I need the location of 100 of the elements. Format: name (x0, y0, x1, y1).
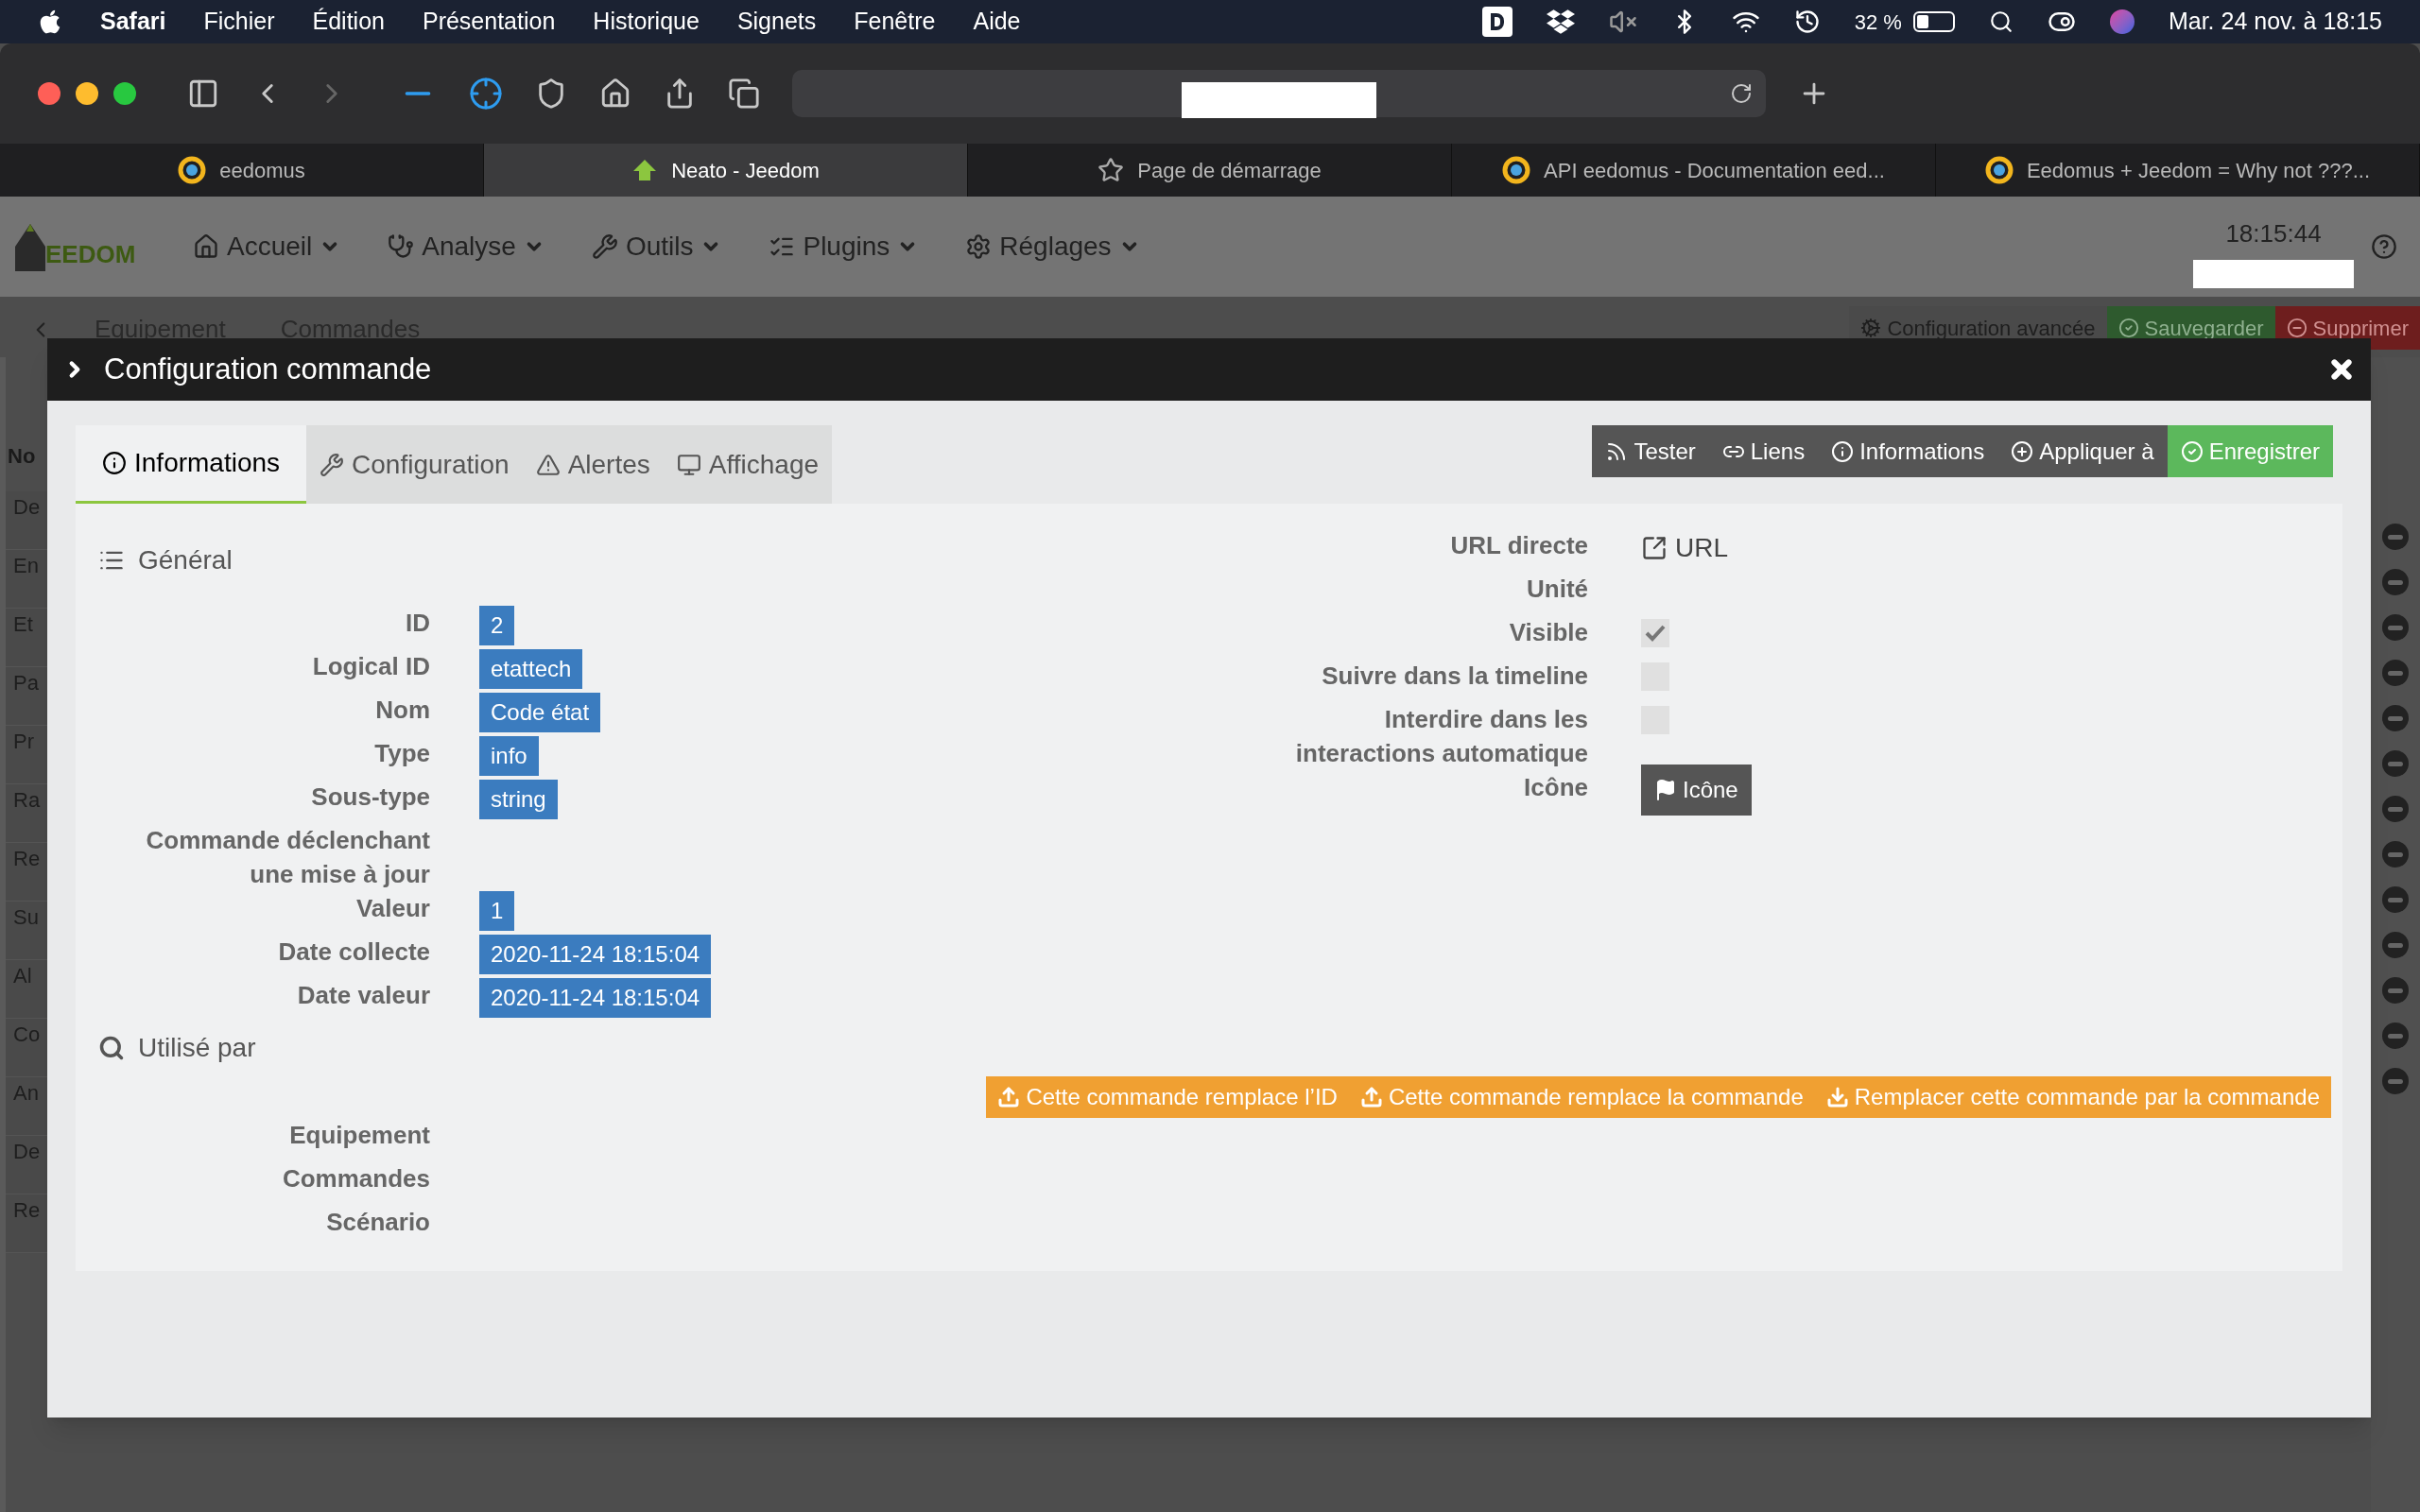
field-value: string (479, 780, 558, 819)
crosshair-icon[interactable] (469, 77, 503, 111)
option-label: Visible (1508, 617, 1588, 648)
zoom-window-button[interactable] (113, 82, 136, 105)
app-menu[interactable]: Safari (100, 4, 166, 40)
reload-icon[interactable] (1730, 82, 1753, 105)
minimize-window-button[interactable] (76, 82, 98, 105)
menu-item[interactable]: Signets (736, 4, 817, 40)
search-icon (98, 1035, 125, 1061)
option-label: Interdire dans les interactions automatique (1294, 704, 1588, 769)
apple-icon[interactable] (38, 9, 62, 35)
upload-icon (1359, 1086, 1383, 1108)
remove-icon[interactable] (2382, 750, 2409, 777)
warning-icon (535, 452, 561, 477)
option-label: Unité (1526, 574, 1588, 605)
action-button[interactable]: Appliquer à (1997, 425, 2168, 477)
field-value: 1 (479, 891, 515, 931)
remove-icon[interactable] (2382, 1068, 2409, 1094)
remove-icon[interactable] (2382, 977, 2409, 1004)
battery-icon[interactable] (1912, 11, 1955, 32)
monitor-icon (676, 452, 701, 477)
ring-favicon-icon (1502, 156, 1531, 184)
minus-circle-icon (2286, 318, 2308, 338)
menu-item[interactable]: Édition (312, 4, 385, 40)
option-label: Suivre dans la timeline (1321, 661, 1588, 692)
wrench-icon (320, 452, 345, 477)
menu-item[interactable]: Fichier (203, 4, 275, 40)
ring-favicon-icon (1984, 156, 2014, 184)
wrench-icon (591, 233, 618, 260)
upload-icon (997, 1086, 1021, 1108)
field-label: Commandes (281, 1163, 430, 1194)
remove-icon[interactable] (2382, 932, 2409, 958)
remove-icon[interactable] (2382, 1022, 2409, 1049)
action-button[interactable]: Tester (1592, 425, 1709, 477)
remove-icon[interactable] (2382, 569, 2409, 595)
menu-item[interactable]: Présentation (422, 4, 556, 40)
close-window-button[interactable] (38, 82, 60, 105)
section-title: Général (138, 544, 233, 576)
home-icon (193, 233, 219, 260)
info-icon (102, 451, 127, 475)
field-label: Date collecte (277, 936, 430, 968)
remove-icon[interactable] (2382, 524, 2409, 550)
field-value: info (479, 736, 539, 776)
clock: 18:15:44 (2225, 217, 2322, 249)
help-icon[interactable] (2371, 233, 2397, 260)
ring-favicon-icon (178, 156, 207, 184)
field-label: Sous-type (310, 782, 430, 813)
remove-icon[interactable] (2382, 660, 2409, 686)
gear-icon (965, 233, 993, 260)
menu-clock: Mar. 24 nov. à 18:15 (2168, 7, 2382, 37)
search-icon[interactable] (1988, 9, 2014, 34)
action-button[interactable]: Informations (1818, 425, 1998, 477)
field-label: Valeur (354, 893, 430, 924)
menu-item[interactable]: Historique (593, 4, 700, 40)
menu-item[interactable]: Aide (973, 4, 1021, 40)
option-label: URL directe (1449, 530, 1588, 561)
sidebar-icon[interactable] (187, 77, 219, 110)
section-title: Utilisé par (138, 1032, 256, 1064)
checkbox[interactable] (1641, 619, 1669, 647)
field-label: Logical ID (311, 651, 430, 682)
dropbox-icon[interactable] (1546, 8, 1575, 36)
option-label: Icône (1523, 772, 1588, 803)
field-value: 2020-11-24 18:15:04 (479, 935, 712, 974)
external-link-icon (1641, 535, 1668, 561)
stethoscope-icon (388, 233, 415, 260)
menu-item[interactable]: Fenêtre (854, 4, 936, 40)
modal-tab[interactable]: Alertes (522, 425, 664, 504)
browser-tab[interactable]: Neato - Jeedom (484, 144, 968, 197)
field-label: Equipement (288, 1120, 430, 1151)
field-label: Commande déclenchant une mise à jour (145, 825, 430, 890)
info-icon (1831, 439, 1855, 463)
home-icon[interactable] (599, 77, 631, 110)
icon-button[interactable]: Icône (1641, 765, 1752, 816)
field-value: 2020-11-24 18:15:04 (479, 978, 712, 1018)
modal-title: Configuration commande (104, 351, 432, 387)
remove-icon[interactable] (2382, 841, 2409, 868)
field-value: Code état (479, 693, 601, 732)
field-label: Date valeur (296, 980, 430, 1011)
modal-tab[interactable]: Configuration (306, 425, 523, 504)
plus-circle-icon (2011, 439, 2034, 463)
star-icon (1098, 157, 1125, 183)
remove-icon[interactable] (2382, 614, 2409, 641)
check-circle-icon (2118, 318, 2139, 338)
flag-icon (1654, 779, 1677, 801)
app-status-icon[interactable] (1481, 7, 1512, 37)
modal-tab[interactable]: Informations (76, 425, 307, 504)
field-label: Type (373, 738, 430, 769)
download-icon (1825, 1086, 1849, 1108)
url-link[interactable]: URL (1675, 528, 1728, 568)
check-circle-icon (2180, 439, 2204, 463)
remove-icon[interactable] (2382, 886, 2409, 913)
address-field[interactable] (792, 70, 1766, 117)
history-icon[interactable] (1793, 9, 1821, 35)
tabs-overview-icon[interactable] (728, 77, 760, 110)
remove-icon[interactable] (2382, 796, 2409, 822)
siri-icon[interactable] (2109, 9, 2135, 34)
remove-icon[interactable] (2382, 705, 2409, 731)
modal-tab[interactable]: Affichage (663, 425, 833, 504)
battery-percent: 32 % (1854, 9, 1902, 36)
action-button[interactable]: Liens (1708, 425, 1819, 477)
